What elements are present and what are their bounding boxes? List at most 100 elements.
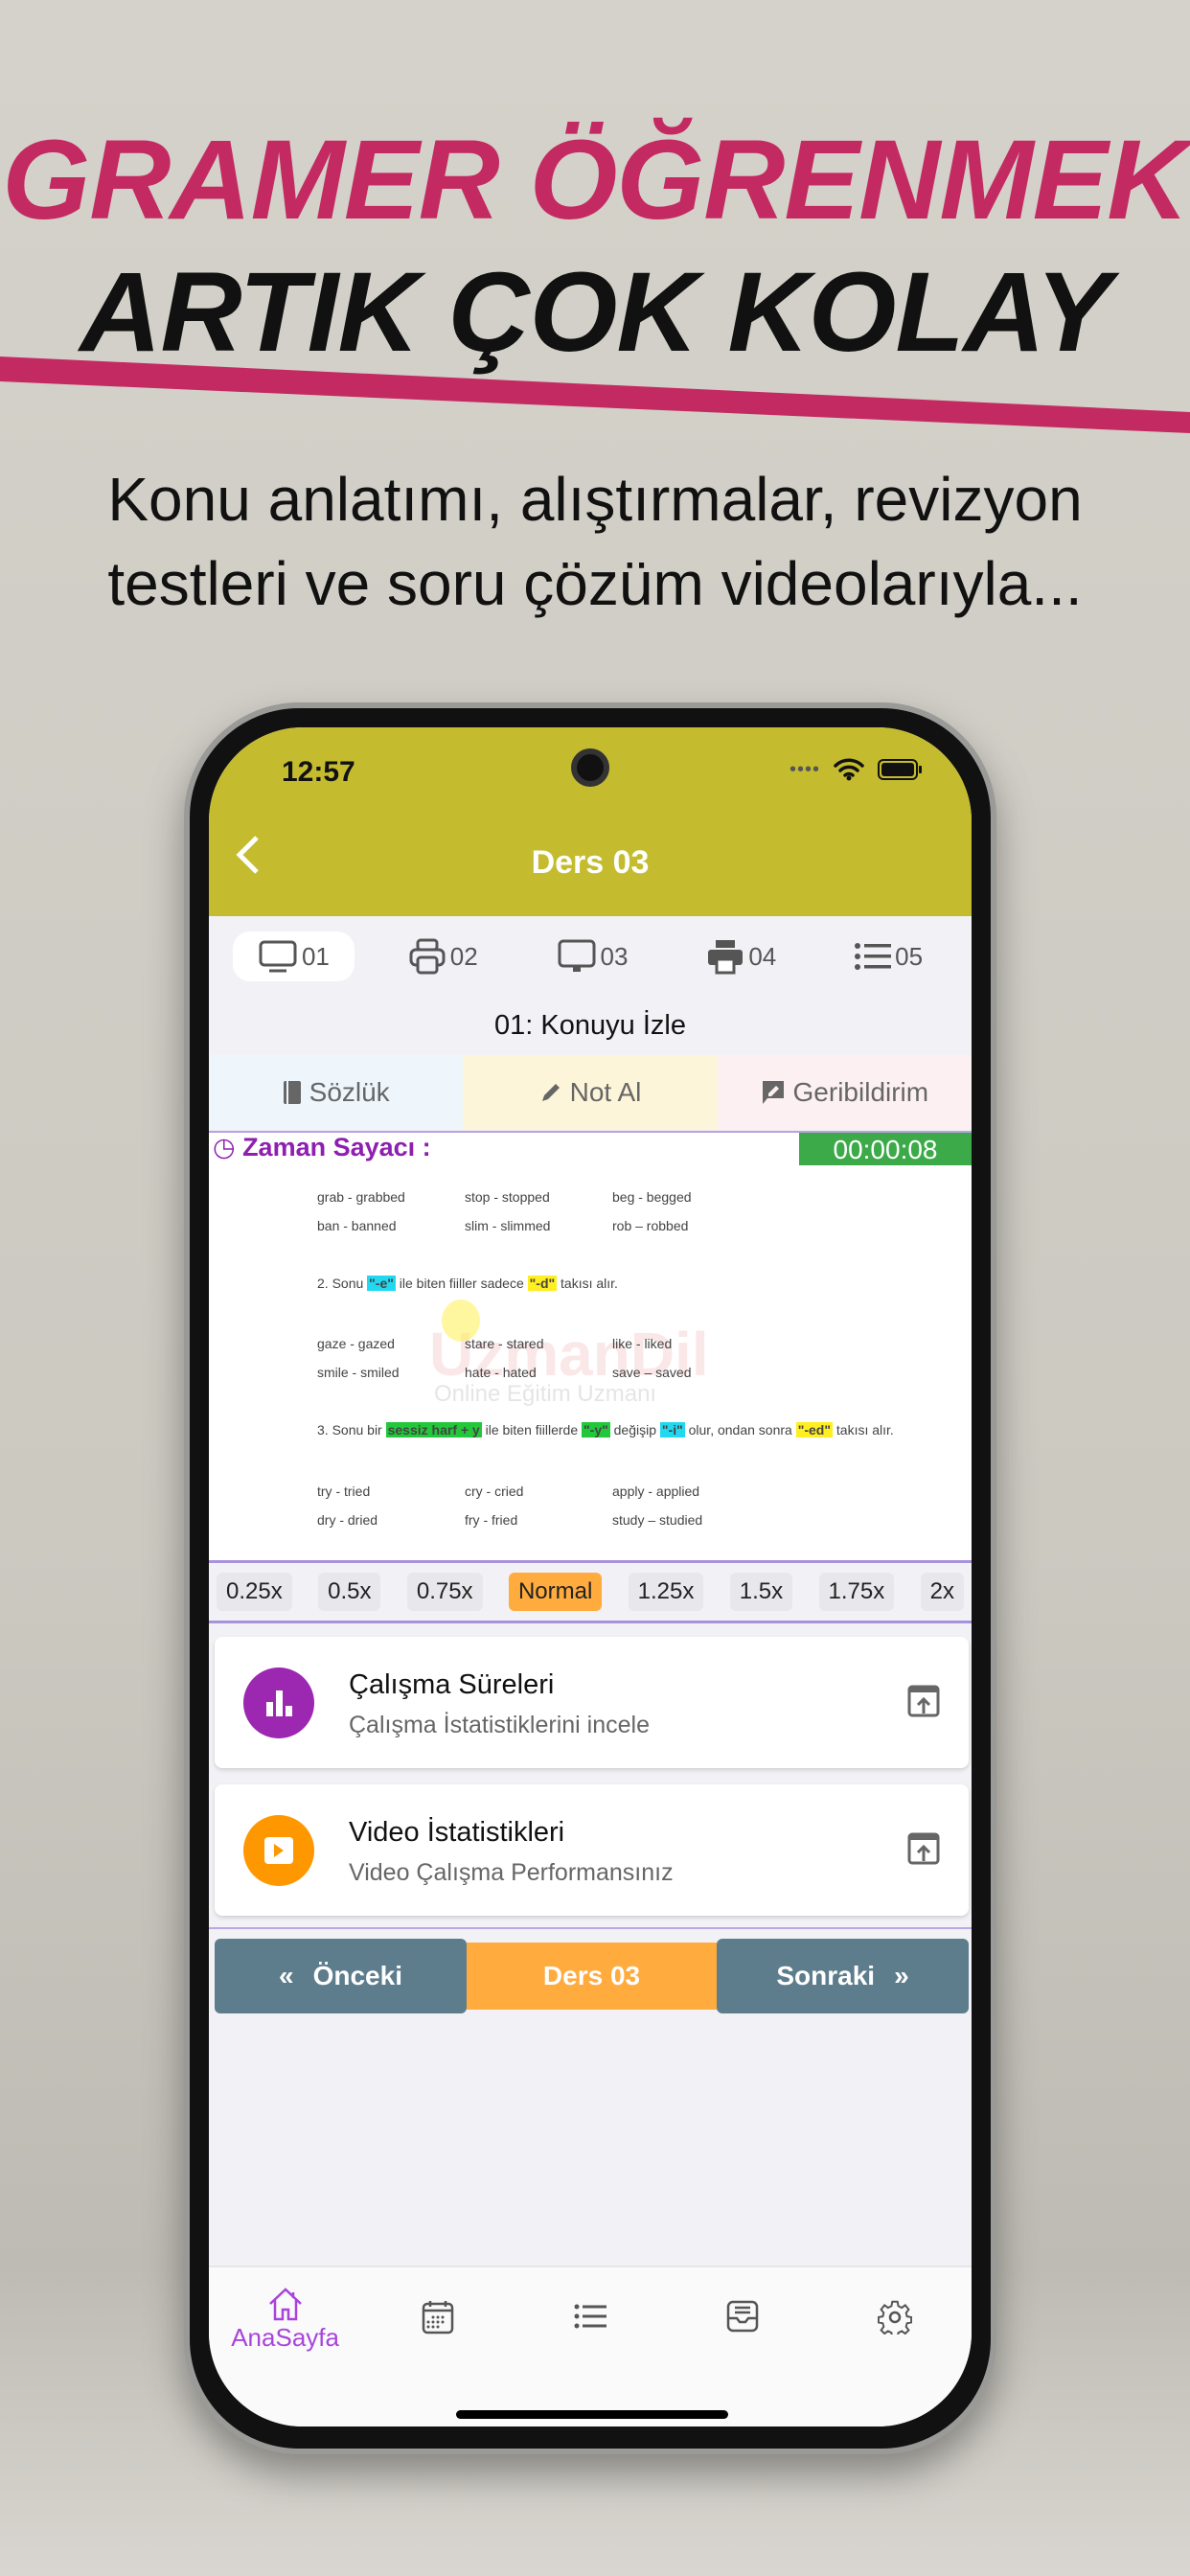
printer-filled-icon: [708, 940, 744, 975]
speed-1.25x[interactable]: 1.25x: [628, 1573, 704, 1611]
speed-0.75x[interactable]: 0.75x: [406, 1573, 483, 1611]
action-bar: Sözlük Not Al Geribildirim: [209, 1055, 972, 1129]
tab-05[interactable]: 05: [830, 934, 948, 979]
battery-icon: [878, 759, 922, 780]
nav-list[interactable]: [533, 2287, 648, 2426]
feedback-button[interactable]: Geribildirim: [717, 1055, 972, 1129]
rule-2: 2. Sonu "-e" ile biten fiiller sadece "-…: [317, 1276, 618, 1291]
watermark-sub: Online Eğitim Uzmanı: [434, 1381, 657, 1407]
verb-pair: try - tried: [317, 1484, 371, 1499]
next-button[interactable]: Sonraki »: [717, 1939, 969, 2013]
nav-inbox[interactable]: [685, 2287, 800, 2426]
signal-icon: ••••: [789, 758, 820, 780]
headline-line-1: GRAMER ÖĞRENMEK: [2, 117, 1188, 243]
verb-pair: grab - grabbed: [317, 1189, 405, 1205]
verb-pair: rob – robbed: [612, 1218, 689, 1233]
dictionary-button[interactable]: Sözlük: [209, 1055, 464, 1129]
verb-pair: apply - applied: [612, 1484, 700, 1499]
verb-pair: cry - cried: [465, 1484, 524, 1499]
status-time: 12:57: [282, 756, 355, 788]
verb-pair: gaze - gazed: [317, 1336, 395, 1351]
verb-pair: dry - dried: [317, 1512, 378, 1528]
verb-pair: study – studied: [612, 1512, 703, 1528]
rule-3: 3. Sonu bir sessiz harf + y ile biten fi…: [317, 1422, 894, 1438]
gear-icon: [878, 2300, 913, 2334]
speed-0.25x[interactable]: 0.25x: [217, 1573, 292, 1611]
open-external-icon[interactable]: [907, 1832, 940, 1865]
timer-label: ◷ Zaman Sayacı :: [213, 1133, 431, 1162]
card-subtitle: Çalışma İstatistiklerini incele: [349, 1712, 650, 1738]
inbox-icon: [726, 2300, 759, 2333]
subtitle-line-1: Konu anlatımı, alıştırmalar, revizyon: [107, 465, 1083, 534]
pink-swoosh: [0, 356, 1190, 433]
verb-pair: hate - hated: [465, 1365, 537, 1380]
action-label: Not Al: [569, 1076, 642, 1107]
double-chevron-right-icon: »: [894, 1961, 909, 1990]
verb-pair: save – saved: [612, 1365, 692, 1380]
page-title: Ders 03: [531, 844, 650, 881]
home-icon: [268, 2288, 302, 2321]
timer-label-text: Zaman Sayacı :: [242, 1133, 431, 1162]
verb-pair: beg - begged: [612, 1189, 692, 1205]
verb-pair: stop - stopped: [465, 1189, 550, 1205]
nav-label: AnaSayfa: [231, 2323, 339, 2352]
card-subtitle: Video Çalışma Performansınız: [349, 1859, 674, 1886]
nav-calendar[interactable]: [380, 2287, 495, 2426]
divider: [209, 1927, 972, 1929]
tab-02[interactable]: 02: [383, 931, 503, 982]
verb-pair: fry - fried: [465, 1512, 518, 1528]
tab-label: 04: [748, 941, 777, 971]
verb-pair: like - liked: [612, 1336, 673, 1351]
status-icons: ••••: [790, 758, 924, 781]
card-title: Video İstatistikleri: [349, 1817, 565, 1848]
speed-normal[interactable]: Normal: [508, 1573, 603, 1611]
open-external-icon[interactable]: [907, 1685, 940, 1717]
study-times-card[interactable]: Çalışma Süreleri Çalışma İstatistiklerin…: [215, 1637, 969, 1768]
bar-chart-icon: [243, 1668, 314, 1738]
bottom-nav: AnaSayfa: [209, 2266, 972, 2426]
nav-home[interactable]: AnaSayfa: [228, 2287, 343, 2426]
tab-label: 03: [600, 941, 629, 971]
tab-04[interactable]: 04: [681, 931, 801, 982]
double-chevron-left-icon: «: [279, 1961, 294, 1990]
play-icon: [243, 1815, 314, 1886]
list-icon: [574, 2304, 606, 2329]
card-title: Çalışma Süreleri: [349, 1669, 555, 1700]
nav-settings[interactable]: [837, 2287, 952, 2426]
tab-label: 05: [895, 941, 924, 971]
subtitle-line-2: testleri ve soru çözüm videolarıyla...: [107, 549, 1083, 618]
speed-2x[interactable]: 2x: [920, 1573, 964, 1611]
tab-label: 01: [301, 941, 330, 971]
next-label: Sonraki: [776, 1961, 876, 1990]
camera: [571, 748, 609, 787]
timer-bar: ◷ Zaman Sayacı : 00:00:08: [209, 1131, 972, 1167]
calendar-icon: [422, 2301, 454, 2334]
speed-1.75x[interactable]: 1.75x: [818, 1573, 895, 1611]
verb-pair: slim - slimmed: [465, 1218, 551, 1233]
action-label: Geribildirim: [792, 1076, 929, 1107]
book-icon: [283, 1080, 301, 1104]
pencil-icon: [541, 1083, 560, 1101]
video-player[interactable]: UzmanDil Online Eğitim Uzmanı grab - gra…: [209, 1165, 972, 1560]
previous-button[interactable]: « Önceki: [215, 1939, 467, 2013]
section-title: 01: Konuyu İzle: [494, 1010, 686, 1041]
playback-speed-bar: 0.25x 0.5x 0.75x Normal 1.25x 1.5x 1.75x…: [209, 1560, 972, 1623]
video-stats-card[interactable]: Video İstatistikleri Video Çalışma Perfo…: [215, 1784, 969, 1916]
tab-label: 02: [449, 941, 478, 971]
app-screen: 12:57 •••• Ders 03 01 02 03 04 05 01: Ko…: [209, 727, 972, 2426]
desktop-icon: [558, 939, 596, 972]
verb-pair: ban - banned: [317, 1218, 397, 1233]
speed-1.5x[interactable]: 1.5x: [729, 1573, 793, 1611]
speed-0.5x[interactable]: 0.5x: [318, 1573, 381, 1611]
printer-icon: [409, 938, 446, 975]
monitor-icon: [259, 940, 297, 973]
tab-01[interactable]: 01: [232, 932, 355, 981]
take-note-button[interactable]: Not Al: [463, 1055, 718, 1129]
wifi-icon: [834, 758, 864, 781]
previous-label: Önceki: [312, 1961, 402, 1990]
feedback-icon: [762, 1080, 784, 1104]
list-icon: [855, 943, 892, 970]
tab-03[interactable]: 03: [532, 931, 653, 982]
verb-pair: smile - smiled: [317, 1365, 400, 1380]
lesson-tabs: 01 02 03 04 05: [209, 928, 972, 985]
